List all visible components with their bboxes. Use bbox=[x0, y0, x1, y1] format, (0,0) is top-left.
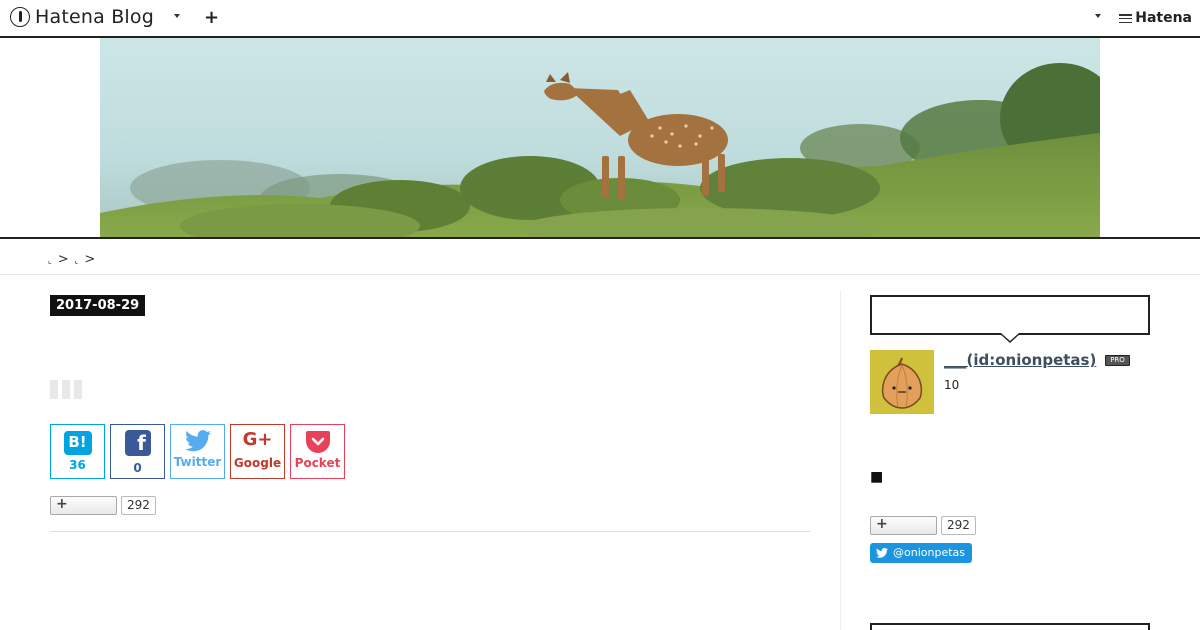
chevron-down-icon[interactable] bbox=[174, 14, 180, 18]
entry-date[interactable]: 2017-08-29 bbox=[50, 295, 146, 316]
hatena-blog-icon bbox=[10, 7, 30, 27]
pro-badge: PRO bbox=[1105, 355, 1130, 366]
avatar[interactable] bbox=[870, 350, 934, 414]
chevron-down-icon[interactable] bbox=[1095, 14, 1101, 18]
placeholder-block bbox=[74, 380, 82, 399]
speech-arrow-inner bbox=[1001, 333, 1019, 341]
onion-avatar-icon bbox=[870, 350, 934, 414]
google-label: Google bbox=[233, 456, 282, 470]
hatena-bookmark-share-button[interactable]: B! 36 bbox=[50, 424, 105, 479]
hatena-label: Hatena bbox=[1135, 10, 1192, 26]
twitter-bird-icon bbox=[185, 430, 211, 452]
pocket-share-button[interactable]: Pocket bbox=[290, 424, 345, 479]
google-plus-icon: G+ bbox=[242, 429, 273, 450]
twitter-bird-icon bbox=[876, 548, 888, 558]
twitter-follow-button[interactable]: @onionpetas bbox=[870, 543, 972, 563]
deer-landscape-image bbox=[100, 38, 1100, 237]
brand-name: Hatena Blog bbox=[35, 6, 154, 28]
sidebar-next-module bbox=[870, 623, 1150, 630]
sidebar-subscriber-count: 292 bbox=[941, 516, 976, 535]
hatena-icon bbox=[1119, 13, 1133, 23]
column-divider bbox=[840, 290, 841, 630]
hatena-bookmark-icon-text: B! bbox=[68, 433, 87, 451]
sidebar-subscribe-button[interactable]: + bbox=[870, 516, 937, 535]
hatena-blog-logo[interactable]: Hatena Blog bbox=[10, 6, 154, 28]
placeholder-block bbox=[62, 380, 70, 399]
divider bbox=[50, 531, 810, 532]
profile-count: 10 bbox=[944, 378, 960, 392]
breadcrumb-separator: > bbox=[57, 252, 69, 267]
entry-title-placeholder bbox=[50, 380, 82, 399]
twitter-handle: @onionpetas bbox=[893, 546, 965, 559]
facebook-icon-text: f bbox=[137, 431, 146, 455]
hatena-link[interactable]: Hatena bbox=[1119, 10, 1192, 26]
breadcrumb: ⌞ > ⌞ > bbox=[48, 252, 95, 267]
placeholder-block bbox=[50, 380, 58, 399]
section-bullet-icon: ■ bbox=[870, 469, 884, 485]
blog-header bbox=[0, 38, 1200, 239]
pocket-icon bbox=[306, 431, 330, 453]
global-header: Hatena Blog + Hatena bbox=[0, 0, 1200, 38]
breadcrumb-separator: > bbox=[84, 252, 96, 267]
google-plus-share-button[interactable]: G+ Google bbox=[230, 424, 285, 479]
profile-name-link[interactable]: ___(id:onionpetas) bbox=[944, 351, 1096, 369]
share-buttons: B! 36 f 0 Twitter G+ Google Pocket bbox=[50, 424, 345, 479]
twitter-label: Twitter bbox=[173, 455, 222, 469]
sidebar-about-heading bbox=[870, 295, 1150, 335]
breadcrumb-item[interactable]: ⌞ bbox=[75, 256, 79, 265]
divider bbox=[0, 274, 1200, 275]
add-entry-button[interactable]: + bbox=[204, 8, 219, 28]
hatena-bookmark-count: 36 bbox=[69, 458, 86, 472]
facebook-share-button[interactable]: f 0 bbox=[110, 424, 165, 479]
twitter-share-button[interactable]: Twitter bbox=[170, 424, 225, 479]
subscribe-button[interactable]: + bbox=[50, 496, 117, 515]
plus-icon: + bbox=[876, 516, 888, 532]
header-image[interactable] bbox=[100, 38, 1100, 237]
plus-icon: + bbox=[56, 496, 68, 512]
facebook-count: 0 bbox=[133, 461, 142, 475]
pocket-label: Pocket bbox=[294, 456, 341, 470]
breadcrumb-item[interactable]: ⌞ bbox=[48, 256, 52, 265]
subscriber-count: 292 bbox=[121, 496, 156, 515]
